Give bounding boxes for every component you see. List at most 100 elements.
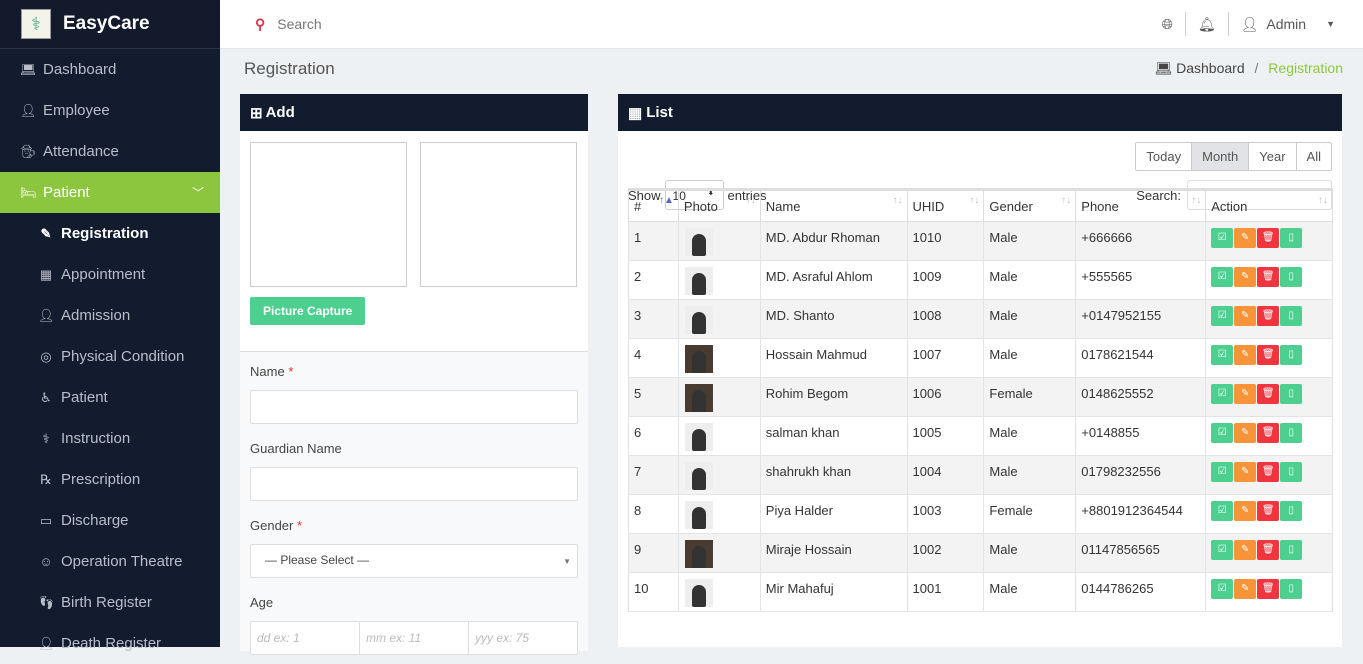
breadcrumb-separator: / (1254, 60, 1259, 76)
sidebar-subitem-admission[interactable]: 👤︎ Admission (0, 295, 220, 336)
edit-icon[interactable]: ✎ (1234, 579, 1257, 599)
sidebar-item-patient[interactable]: 🛏︎ Patient ﹀ (0, 172, 220, 213)
edit-icon[interactable]: ✎ (1234, 306, 1257, 326)
column-header-phone[interactable]: Phone ↑↓ (1075, 188, 1207, 222)
table-row: 3 MD. Shanto 1008 Male +0147952155 ☑ ✎ 🗑︎ ▯ (628, 299, 1333, 339)
check-square-icon[interactable]: ☑ (1211, 384, 1234, 404)
check-square-icon[interactable]: ☑ (1211, 345, 1234, 365)
sort-icon[interactable]: ↑↓ (1318, 195, 1328, 206)
edit-icon[interactable]: ✎ (1234, 423, 1257, 443)
sidebar-item-dashboard[interactable]: 💻︎ Dashboard (0, 49, 220, 90)
date-filter: Today Month Year All (1135, 142, 1332, 171)
trash-icon[interactable]: 🗑︎ (1257, 345, 1280, 365)
sidebar-subitem-physical-condition[interactable]: ◎ Physical Condition (0, 336, 220, 377)
sidebar-subitem-instruction[interactable]: ⚕ Instruction (0, 418, 220, 459)
filter-month[interactable]: Month (1192, 143, 1250, 170)
guardian-name-field[interactable] (250, 467, 578, 501)
check-square-icon[interactable]: ☑ (1211, 423, 1234, 443)
check-square-icon[interactable]: ☑ (1211, 579, 1234, 599)
age-month-input[interactable]: mm ex: 11 (360, 622, 469, 654)
edit-icon[interactable]: ✎ (1234, 540, 1257, 560)
edit-icon[interactable]: ✎ (1234, 501, 1257, 521)
trash-icon[interactable]: 🗑︎ (1257, 267, 1280, 287)
column-header-name[interactable]: Name ↑↓ (759, 188, 908, 222)
id-card-icon[interactable]: ▯ (1280, 228, 1303, 248)
trash-icon[interactable]: 🗑︎ (1257, 462, 1280, 482)
brand[interactable]: ⚕ EasyCare (0, 0, 220, 49)
edit-icon[interactable]: ✎ (1234, 267, 1257, 287)
picture-capture-button[interactable]: Picture Capture (250, 297, 366, 325)
sort-icon[interactable]: ↑↓ (1191, 195, 1201, 206)
avatar[interactable]: 👤︎ (1241, 16, 1259, 33)
edit-icon[interactable]: ✎ (1234, 228, 1257, 248)
check-square-icon[interactable]: ☑ (1211, 540, 1234, 560)
check-square-icon[interactable]: ☑ (1211, 306, 1234, 326)
cell-gender: Male (983, 572, 1077, 612)
patient-photo (684, 423, 713, 451)
id-card-icon[interactable]: ▯ (1280, 345, 1303, 365)
id-card-icon[interactable]: ▯ (1280, 462, 1303, 482)
sidebar-subitem-patient[interactable]: ♿︎ Patient (0, 377, 220, 418)
filter-all[interactable]: All (1297, 143, 1331, 170)
sidebar-item-employee[interactable]: 👤︎ Employee (0, 90, 220, 131)
check-square-icon[interactable]: ☑ (1211, 228, 1234, 248)
edit-icon[interactable]: ✎ (1234, 384, 1257, 404)
edit-icon[interactable]: ✎ (1234, 462, 1257, 482)
column-header-action[interactable]: Action ↑↓ (1205, 188, 1333, 222)
globe-icon[interactable]: 🌐︎ (1162, 16, 1173, 33)
id-card-icon[interactable]: ▯ (1280, 267, 1303, 287)
bell-icon[interactable]: 🔔︎ (1198, 16, 1216, 33)
sort-icon[interactable]: ↑↓ (969, 195, 979, 206)
column-header-uhid[interactable]: UHID ↑↓ (906, 188, 985, 222)
trash-icon[interactable]: 🗑︎ (1257, 540, 1280, 560)
cell-index: 2 (628, 260, 679, 300)
sort-icon[interactable]: ↑▲ (659, 195, 674, 206)
table-row: 4 Hossain Mahmud 1007 Male 0178621544 ☑ ✎… (628, 338, 1333, 378)
age-year-input[interactable]: yyy ex: 75 (469, 622, 577, 654)
sort-icon[interactable]: ↑↓ (1061, 195, 1071, 206)
name-field[interactable] (250, 390, 578, 424)
sidebar-subitem-appointment[interactable]: ▦ Appointment (0, 254, 220, 295)
guardian-label: Guardian Name (250, 441, 342, 456)
trash-icon[interactable]: 🗑︎ (1257, 501, 1280, 521)
trash-icon[interactable]: 🗑︎ (1257, 423, 1280, 443)
age-day-input[interactable]: dd ex: 1 (251, 622, 360, 654)
table-icon: ▦ (628, 104, 643, 122)
caret-down-icon[interactable]: ▼ (1326, 19, 1335, 29)
list-panel-header: ▦ List (618, 94, 1342, 131)
id-card-icon[interactable]: ▯ (1280, 579, 1303, 599)
column-header-gender[interactable]: Gender ↑↓ (983, 188, 1077, 222)
sidebar-subitem-registration[interactable]: ✎ Registration (0, 213, 220, 254)
check-square-icon[interactable]: ☑ (1211, 267, 1234, 287)
trash-icon[interactable]: 🗑︎ (1257, 579, 1280, 599)
filter-today[interactable]: Today (1136, 143, 1193, 170)
trash-icon[interactable]: 🗑︎ (1257, 228, 1280, 248)
id-card-icon[interactable]: ▯ (1280, 306, 1303, 326)
sidebar-subitem-death-register[interactable]: 👤︎ Death Register (0, 623, 220, 664)
id-card-icon[interactable]: ▯ (1280, 501, 1303, 521)
search-input[interactable] (277, 16, 578, 32)
trash-icon[interactable]: 🗑︎ (1257, 306, 1280, 326)
cell-phone: +0148855 (1075, 416, 1207, 456)
check-square-icon[interactable]: ☑ (1211, 501, 1234, 521)
edit-icon[interactable]: ✎ (1234, 345, 1257, 365)
sidebar-subitem-prescription[interactable]: ℞ Prescription (0, 459, 220, 500)
id-card-icon[interactable]: ▯ (1280, 384, 1303, 404)
column-header-photo[interactable]: Photo ↑↓ (677, 188, 761, 222)
sidebar-subitem-discharge[interactable]: ▭ Discharge (0, 500, 220, 541)
sidebar-subitem-birth-register[interactable]: 👣︎ Birth Register (0, 582, 220, 623)
trash-icon[interactable]: 🗑︎ (1257, 384, 1280, 404)
gender-select[interactable]: — Please Select — ▼ (250, 544, 578, 578)
column-header-index[interactable]: # ↑▲ (628, 188, 679, 222)
filter-year[interactable]: Year (1249, 143, 1297, 170)
sort-icon[interactable]: ↑↓ (746, 195, 756, 206)
sort-icon[interactable]: ↑↓ (893, 195, 903, 206)
sidebar-subitem-operation-theatre[interactable]: ☺ Operation Theatre (0, 541, 220, 582)
user-menu[interactable]: Admin (1266, 16, 1306, 32)
sidebar-item-attendance[interactable]: 🕵︎ Attendance (0, 131, 220, 172)
check-square-icon[interactable]: ☑ (1211, 462, 1234, 482)
id-card-icon[interactable]: ▯ (1280, 423, 1303, 443)
breadcrumb-dashboard[interactable]: Dashboard (1176, 60, 1245, 76)
id-card-icon[interactable]: ▯ (1280, 540, 1303, 560)
sidebar-item-label: Physical Condition (61, 348, 185, 365)
